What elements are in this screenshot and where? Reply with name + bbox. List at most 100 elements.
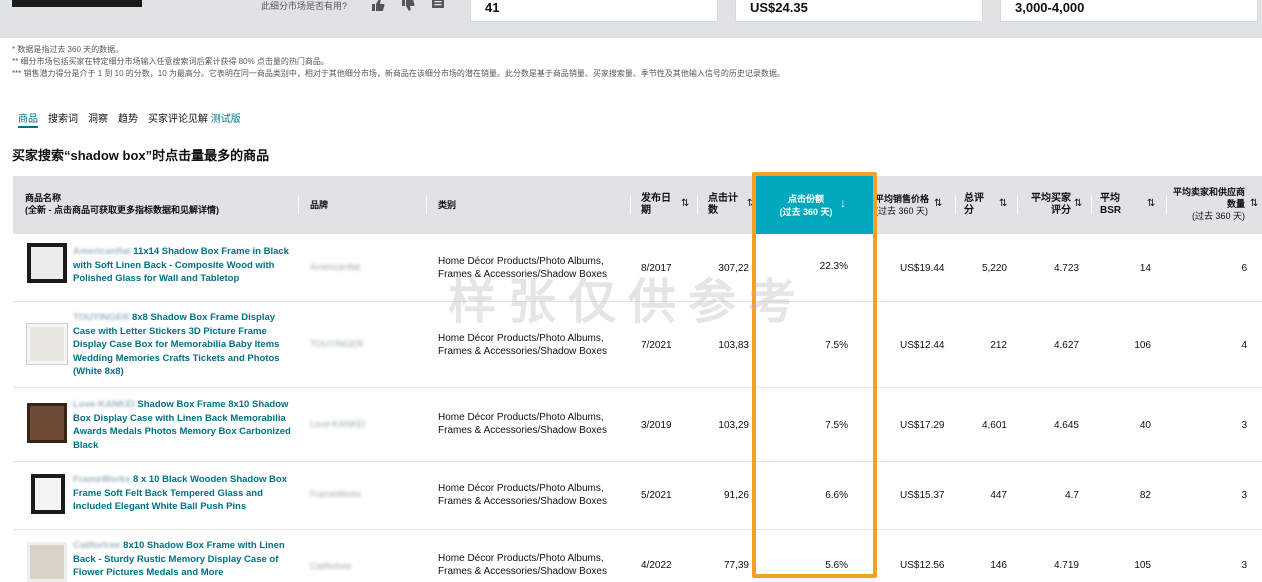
- category: Home Décor Products/Photo Albums, Frames…: [438, 256, 607, 280]
- tab-search-terms[interactable]: 搜索词: [48, 110, 78, 128]
- col-label: 平均卖家和供应商数量: [1173, 187, 1246, 209]
- product-title-link[interactable]: Love-KANKEI Shadow Box Frame 8x10 Shadow…: [73, 398, 291, 452]
- sort-icon[interactable]: ⇅: [747, 198, 755, 209]
- avg-rating: 4.723: [1053, 263, 1079, 274]
- avg-price: US$19.44: [900, 263, 945, 274]
- footnote: ** 细分市场包括买家在特定细分市场输入任意搜索词后累计获得 80% 点击量的热…: [12, 57, 329, 66]
- comment-icon[interactable]: [431, 0, 445, 12]
- click-count: 103,29: [718, 420, 749, 431]
- col-category[interactable]: 类别: [438, 199, 456, 211]
- sort-icon[interactable]: ⇅: [1147, 198, 1155, 209]
- col-product-name[interactable]: 商品名称 (全新 - 点击商品可获取更多指标数据和见解详情): [25, 192, 295, 216]
- avg-bsr: 14: [1139, 263, 1151, 274]
- product-title-link[interactable]: TOUYINGER 8x8 Shadow Box Frame Display C…: [73, 311, 291, 379]
- click-share: 6.6%: [825, 490, 848, 501]
- total-reviews: 146: [990, 560, 1007, 571]
- brand-prefix: TOUYINGER: [73, 312, 130, 323]
- col-divider: [955, 196, 956, 214]
- avg-bsr: 40: [1139, 420, 1151, 431]
- product-thumbnail[interactable]: [27, 403, 67, 443]
- avg-rating: 4.627: [1053, 340, 1079, 351]
- brand-name: Americanflat: [310, 262, 361, 272]
- click-share: 5.6%: [825, 560, 848, 571]
- table-row[interactable]: TOUYINGER 8x8 Shadow Box Frame Display C…: [13, 302, 1262, 388]
- avg-rating: 4.7: [1065, 490, 1079, 501]
- sort-icon[interactable]: ⇅: [999, 198, 1007, 209]
- launch-date: 7/2021: [641, 340, 672, 351]
- summary-card-units-sold: 3,000-4,000: [1000, 0, 1258, 22]
- product-title-link[interactable]: FrameWorks 8 x 10 Black Wooden Shadow Bo…: [73, 473, 291, 514]
- tab-products[interactable]: 商品: [18, 110, 38, 128]
- brand-prefix: Love-KANKEI: [73, 399, 135, 410]
- avg-bsr: 106: [1134, 340, 1151, 351]
- col-launch-date[interactable]: 发布日期: [641, 193, 671, 217]
- col-divider: [1017, 196, 1018, 214]
- product-thumbnail[interactable]: [27, 324, 67, 364]
- col-divider: [426, 196, 427, 214]
- avg-sellers: 3: [1241, 490, 1247, 501]
- category: Home Décor Products/Photo Albums, Frames…: [438, 483, 607, 507]
- table-row[interactable]: Califortree 8x10 Shadow Box Frame with L…: [13, 530, 1262, 582]
- col-divider: [298, 196, 299, 214]
- col-avg-sellers[interactable]: 平均卖家和供应商数量 (过去 360 天): [1173, 186, 1245, 222]
- col-clicks[interactable]: 点击计数: [708, 193, 740, 217]
- summary-strip: 此细分市场是否有用? 41 US$24.35 3,000-4,000: [0, 0, 1262, 38]
- col-divider: [1091, 196, 1092, 214]
- col-avg-rating[interactable]: 平均买家评分: [1026, 193, 1071, 217]
- sort-icon[interactable]: ⇅: [934, 198, 942, 209]
- summary-card-search-volume: 41: [470, 0, 718, 22]
- brand-prefix: FrameWorks: [73, 474, 131, 485]
- category: Home Décor Products/Photo Albums, Frames…: [438, 333, 607, 357]
- brand-name: Califortree: [310, 561, 352, 571]
- col-sublabel: (过去 360 天): [1191, 211, 1245, 221]
- product-title-link[interactable]: Americanflat 11x14 Shadow Box Frame in B…: [73, 245, 291, 286]
- sort-icon[interactable]: ⇅: [1074, 198, 1082, 209]
- card-value: 41: [485, 0, 500, 15]
- useful-prompt: 此细分市场是否有用?: [261, 1, 348, 11]
- brand-name: Love-KANKEI: [310, 419, 366, 429]
- category: Home Décor Products/Photo Albums, Frames…: [438, 553, 607, 577]
- summary-card-avg-price: US$24.35: [735, 0, 983, 22]
- tab-trends[interactable]: 趋势: [118, 110, 138, 128]
- col-divider: [630, 196, 631, 214]
- table-row[interactable]: FrameWorks 8 x 10 Black Wooden Shadow Bo…: [13, 462, 1262, 530]
- table-row[interactable]: Americanflat 11x14 Shadow Box Frame in B…: [13, 234, 1262, 302]
- tab-insights[interactable]: 洞察: [88, 110, 108, 128]
- col-click-share[interactable]: 点击份额 (过去 360 天) ↓: [756, 176, 873, 234]
- click-count: 103,83: [718, 340, 749, 351]
- avg-price: US$12.44: [900, 340, 945, 351]
- product-image: [12, 0, 142, 7]
- click-count: 91,26: [723, 490, 749, 501]
- product-thumbnail[interactable]: [27, 243, 67, 283]
- sort-icon[interactable]: ⇅: [681, 198, 689, 209]
- click-share: 22.3%: [819, 261, 848, 272]
- brand-name: FrameWorks: [310, 489, 362, 499]
- product-thumbnail[interactable]: [31, 474, 65, 514]
- brand-name: TOUYINGER: [310, 339, 364, 349]
- click-share: 7.5%: [825, 420, 848, 431]
- col-label: 商品名称: [25, 193, 62, 203]
- product-thumbnail[interactable]: [27, 542, 67, 582]
- avg-bsr: 82: [1139, 490, 1151, 501]
- click-count: 307,22: [718, 263, 749, 274]
- table-row[interactable]: Love-KANKEI Shadow Box Frame 8x10 Shadow…: [13, 388, 1262, 462]
- launch-date: 8/2017: [641, 263, 672, 274]
- thumbs-down-icon[interactable]: [401, 0, 415, 12]
- tab-bar: 商品 搜索词 洞察 趋势 买家评论见解 测试版: [18, 110, 241, 130]
- product-title-link[interactable]: Califortree 8x10 Shadow Box Frame with L…: [73, 539, 291, 580]
- footnotes: * 数据是指过去 360 天的数据。 ** 细分市场包括买家在特定细分市场输入任…: [12, 44, 785, 80]
- sort-desc-icon[interactable]: ↓: [840, 196, 846, 210]
- total-reviews: 4,601: [981, 420, 1007, 431]
- sort-icon[interactable]: ⇅: [1250, 198, 1258, 209]
- avg-sellers: 3: [1241, 420, 1247, 431]
- launch-date: 4/2022: [641, 560, 672, 571]
- col-total-reviews[interactable]: 总评分: [964, 193, 986, 217]
- avg-price: US$17.29: [900, 420, 945, 431]
- avg-sellers: 3: [1241, 560, 1247, 571]
- avg-bsr: 105: [1134, 560, 1151, 571]
- col-brand[interactable]: 品牌: [310, 199, 328, 211]
- thumbs-up-icon[interactable]: [371, 0, 385, 12]
- col-avg-bsr[interactable]: 平均BSR: [1100, 193, 1124, 217]
- footnote: * 数据是指过去 360 天的数据。: [12, 45, 124, 54]
- tab-review-insights[interactable]: 买家评论见解 测试版: [148, 110, 241, 128]
